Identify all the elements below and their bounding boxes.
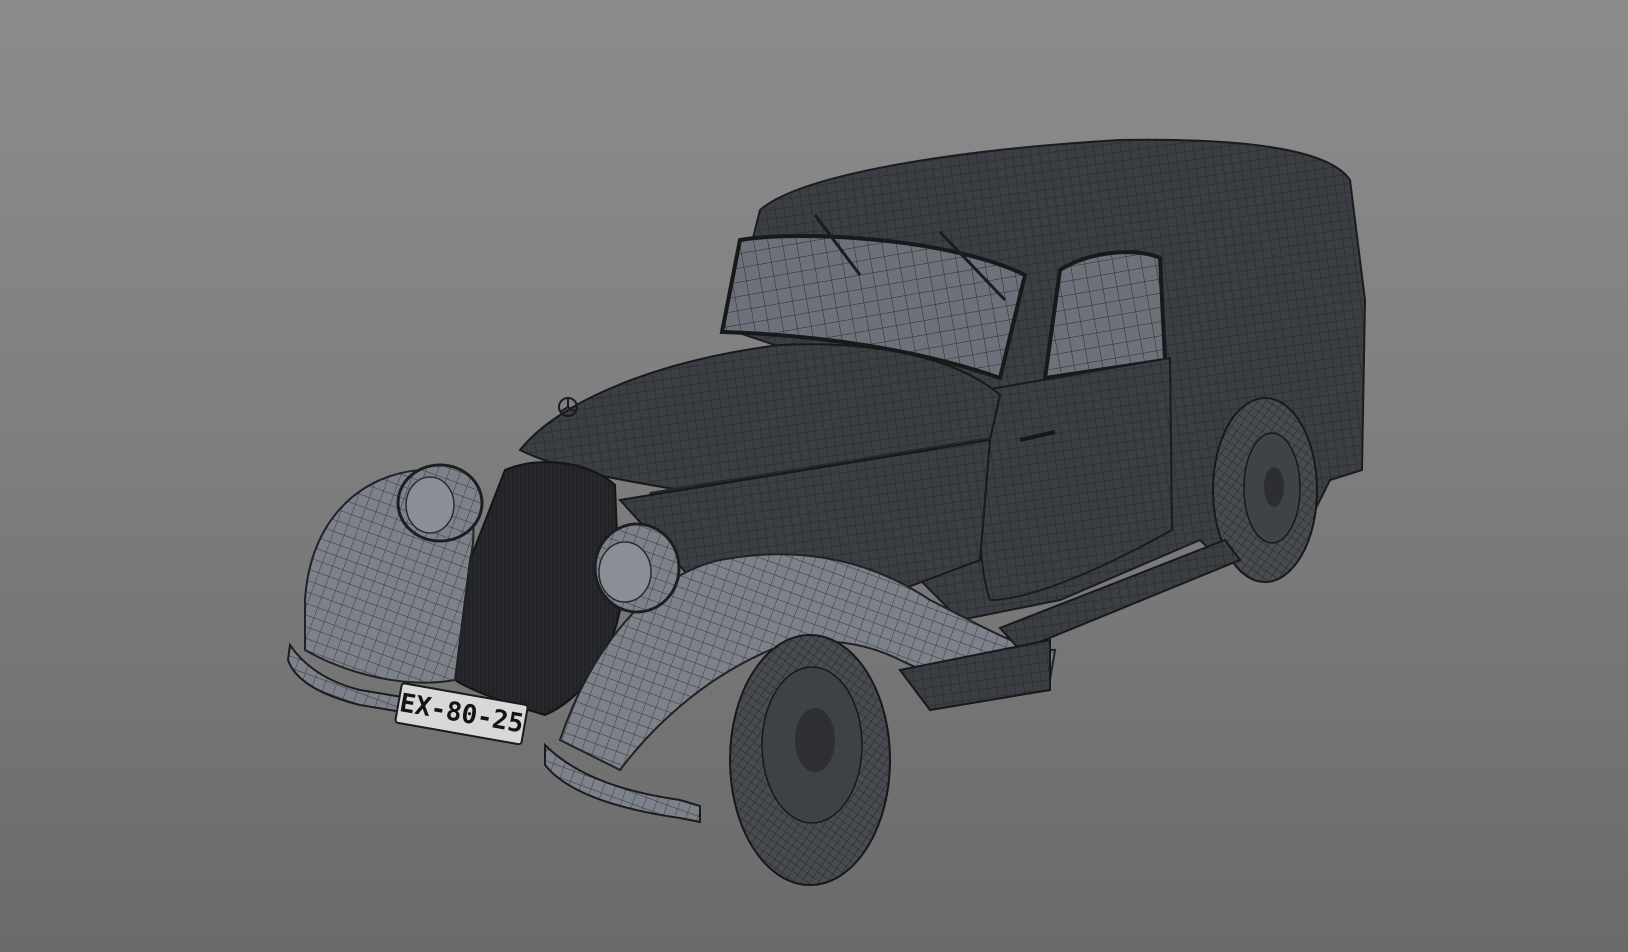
car-model-render[interactable]: EX-80-25 (0, 0, 1628, 952)
front-wheel (729, 634, 891, 886)
side-window (1042, 250, 1168, 381)
headlight-left (396, 463, 484, 543)
headlight-right (593, 522, 681, 614)
3d-viewport[interactable]: EX-80-25 (0, 0, 1628, 952)
